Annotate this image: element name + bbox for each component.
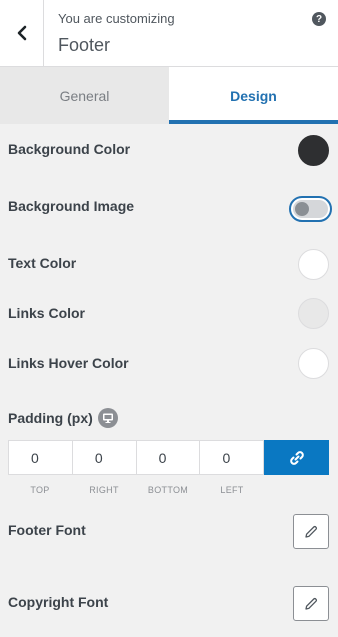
toggle-knob xyxy=(295,202,309,216)
padding-bottom-input[interactable]: 0 xyxy=(136,441,201,474)
padding-right-input[interactable]: 0 xyxy=(72,441,137,474)
tab-general[interactable]: General xyxy=(0,67,169,124)
padding-label: Padding (px) xyxy=(8,410,93,426)
help-icon[interactable]: ? xyxy=(312,12,326,26)
customizer-header: You are customizing Footer ? xyxy=(0,0,338,67)
padding-left-input[interactable]: 0 xyxy=(200,441,265,474)
footer-font-label: Footer Font xyxy=(8,522,86,538)
links-color-swatch[interactable] xyxy=(298,298,329,329)
toggle-track xyxy=(293,200,328,218)
footer-font-edit-button[interactable] xyxy=(293,514,329,549)
copyright-font-label: Copyright Font xyxy=(8,594,109,610)
padding-top-input[interactable]: 0 xyxy=(9,441,73,474)
link-values-button[interactable] xyxy=(264,440,330,475)
pencil-icon xyxy=(305,597,318,610)
background-color-swatch[interactable] xyxy=(298,135,329,166)
background-color-label: Background Color xyxy=(8,141,131,157)
pencil-icon xyxy=(305,525,318,538)
customizing-subtitle: You are customizing xyxy=(58,11,175,26)
tab-bar: General Design xyxy=(0,67,338,124)
back-button[interactable] xyxy=(0,0,44,66)
section-title: Footer xyxy=(58,35,111,55)
text-color-label: Text Color xyxy=(8,255,77,271)
padding-inputs: 0 0 0 0 xyxy=(8,440,330,475)
desktop-icon xyxy=(103,413,113,423)
links-hover-color-swatch[interactable] xyxy=(298,348,329,379)
link-icon xyxy=(289,450,304,465)
padding-bottom-label: BOTTOM xyxy=(147,485,189,495)
background-image-toggle[interactable] xyxy=(289,196,332,222)
padding-top-label: TOP xyxy=(30,485,50,495)
tab-design[interactable]: Design xyxy=(169,67,338,124)
background-image-label: Background Image xyxy=(8,198,135,214)
links-color-label: Links Color xyxy=(8,305,86,321)
text-color-swatch[interactable] xyxy=(298,249,329,280)
device-switcher[interactable] xyxy=(98,408,118,428)
links-hover-color-label: Links Hover Color xyxy=(8,355,129,371)
padding-left-label: LEFT xyxy=(220,485,244,495)
copyright-font-edit-button[interactable] xyxy=(293,586,329,621)
chevron-left-icon xyxy=(17,25,26,41)
padding-right-label: RIGHT xyxy=(89,485,119,495)
